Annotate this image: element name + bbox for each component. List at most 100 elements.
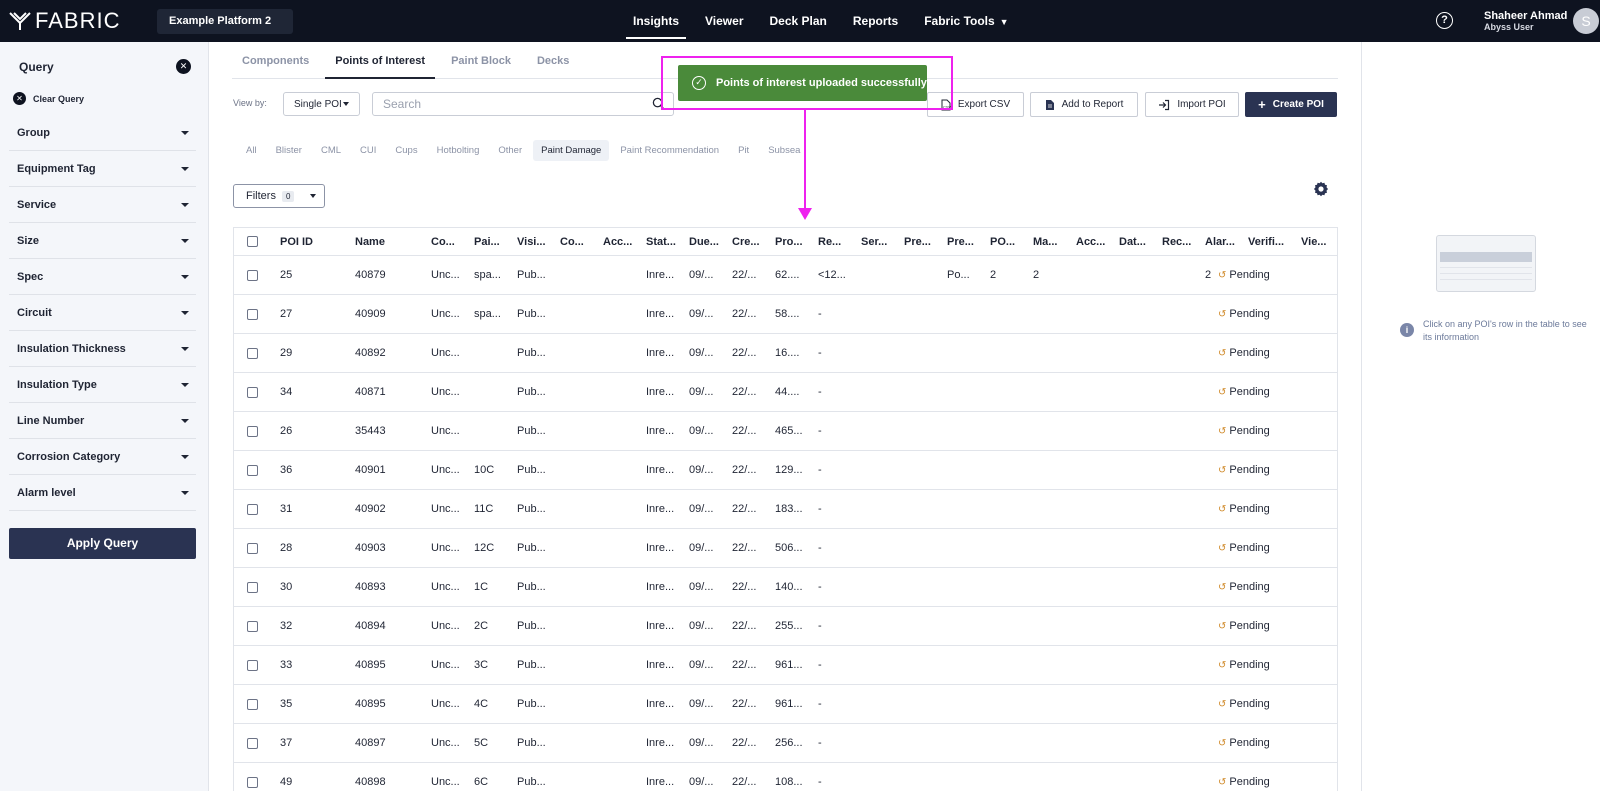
query-item-insulation-thickness[interactable]: Insulation Thickness xyxy=(9,331,196,367)
select-all-checkbox[interactable] xyxy=(247,228,258,255)
col-header[interactable]: Co... xyxy=(431,228,469,255)
query-item-spec[interactable]: Spec xyxy=(9,259,196,295)
close-icon[interactable]: ✕ xyxy=(176,59,191,74)
chip-blister[interactable]: Blister xyxy=(268,140,310,161)
table-row[interactable]: 36 40901 Unc... 10C Pub... Inre... 09/... 22/..… xyxy=(234,451,1337,490)
col-header[interactable]: Verifi... xyxy=(1248,228,1296,255)
col-header[interactable]: Cre... xyxy=(732,228,770,255)
table-row[interactable]: 35 40895 Unc... 4C Pub... Inre... 09/... 22/...… xyxy=(234,685,1337,724)
col-header[interactable]: Acc... xyxy=(603,228,641,255)
view-by-select[interactable]: Single POI xyxy=(283,92,360,116)
col-header[interactable]: Dat... xyxy=(1119,228,1157,255)
chip-cui[interactable]: CUI xyxy=(352,140,384,161)
col-header[interactable]: Pre... xyxy=(947,228,985,255)
checkbox[interactable] xyxy=(247,347,258,359)
query-item-circuit[interactable]: Circuit xyxy=(9,295,196,331)
search-input[interactable]: Search xyxy=(372,92,674,116)
import-poi-button[interactable]: Import POI xyxy=(1145,92,1239,117)
col-header[interactable]: Stat... xyxy=(646,228,684,255)
chip-paint-damage[interactable]: Paint Damage xyxy=(533,140,610,161)
filters-button[interactable]: Filters 0 xyxy=(233,184,325,208)
table-row[interactable]: 33 40895 Unc... 3C Pub... Inre... 09/... 22/...… xyxy=(234,646,1337,685)
checkbox[interactable] xyxy=(247,269,258,281)
table-row[interactable]: 37 40897 Unc... 5C Pub... Inre... 09/... 22/...… xyxy=(234,724,1337,763)
nav-reports[interactable]: Reports xyxy=(840,0,911,42)
checkbox[interactable] xyxy=(247,737,258,749)
query-item-insulation-type[interactable]: Insulation Type xyxy=(9,367,196,403)
chip-all[interactable]: All xyxy=(238,140,265,161)
fabric-logo[interactable]: FABRIC xyxy=(9,8,120,33)
table-cell: - xyxy=(818,386,822,398)
checkbox[interactable] xyxy=(247,425,258,437)
col-header[interactable]: PO... xyxy=(990,228,1028,255)
table-row[interactable]: 32 40894 Unc... 2C Pub... Inre... 09/... 22/...… xyxy=(234,607,1337,646)
checkbox[interactable] xyxy=(247,503,258,515)
avatar[interactable]: S xyxy=(1573,8,1599,34)
platform-selector[interactable]: Example Platform 2 xyxy=(157,9,293,34)
query-item-service[interactable]: Service xyxy=(9,187,196,223)
col-header[interactable]: Rec... xyxy=(1162,228,1200,255)
nav-viewer[interactable]: Viewer xyxy=(692,0,756,42)
user-info[interactable]: Shaheer Ahmad Abyss User xyxy=(1484,10,1567,32)
col-header[interactable]: Ser... xyxy=(861,228,899,255)
checkbox[interactable] xyxy=(247,659,258,671)
chip-paint-recommendation[interactable]: Paint Recommendation xyxy=(612,140,727,161)
query-item-equipment-tag[interactable]: Equipment Tag xyxy=(9,151,196,187)
col-header[interactable]: Pre... xyxy=(904,228,942,255)
col-header[interactable]: Name xyxy=(355,228,425,255)
clear-query-button[interactable]: ✕ Clear Query xyxy=(13,92,84,105)
query-item-group[interactable]: Group xyxy=(9,115,196,151)
checkbox[interactable] xyxy=(247,464,258,476)
checkbox[interactable] xyxy=(247,236,258,247)
chip-other[interactable]: Other xyxy=(490,140,530,161)
table-row[interactable]: 28 40903 Unc... 12C Pub... Inre... 09/... 22/..… xyxy=(234,529,1337,568)
col-header[interactable]: Co... xyxy=(560,228,598,255)
query-item-alarm-level[interactable]: Alarm level xyxy=(9,475,196,511)
col-header[interactable]: Vie... xyxy=(1301,228,1335,255)
create-poi-button[interactable]: + Create POI xyxy=(1245,92,1337,117)
table-row[interactable]: 27 40909 Unc... spa... Pub... Inre... 09/... 22… xyxy=(234,295,1337,334)
chip-cml[interactable]: CML xyxy=(313,140,349,161)
nav-deck-plan[interactable]: Deck Plan xyxy=(757,0,840,42)
tab-decks[interactable]: Decks xyxy=(527,42,579,79)
tab-components[interactable]: Components xyxy=(232,42,319,79)
col-header[interactable]: Due... xyxy=(689,228,727,255)
table-row[interactable]: 31 40902 Unc... 11C Pub... Inre... 09/... 22/..… xyxy=(234,490,1337,529)
col-header[interactable]: Ma... xyxy=(1033,228,1071,255)
checkbox[interactable] xyxy=(247,698,258,710)
col-header[interactable]: POI ID xyxy=(280,228,350,255)
table-row[interactable]: 29 40892 Unc... Pub... Inre... 09/... 22/... 16… xyxy=(234,334,1337,373)
col-header[interactable]: Pro... xyxy=(775,228,813,255)
chip-subsea[interactable]: Subsea xyxy=(760,140,808,161)
tab-points-of-interest[interactable]: Points of Interest xyxy=(325,42,436,79)
nav-fabric-tools[interactable]: Fabric Tools ▼ xyxy=(911,0,1021,42)
chip-pit[interactable]: Pit xyxy=(730,140,757,161)
col-header[interactable]: Re... xyxy=(818,228,856,255)
checkbox[interactable] xyxy=(247,581,258,593)
tab-paint-block[interactable]: Paint Block xyxy=(441,42,521,79)
query-item-size[interactable]: Size xyxy=(9,223,196,259)
table-row[interactable]: 25 40879 Unc... spa... Pub... Inre... 09/... 22… xyxy=(234,256,1337,295)
col-header[interactable]: Pai... xyxy=(474,228,512,255)
table-row[interactable]: 34 40871 Unc... Pub... Inre... 09/... 22/... 44… xyxy=(234,373,1337,412)
table-row[interactable]: 26 35443 Unc... Pub... Inre... 09/... 22/... 46… xyxy=(234,412,1337,451)
query-item-line-number[interactable]: Line Number xyxy=(9,403,196,439)
apply-query-button[interactable]: Apply Query xyxy=(9,528,196,559)
nav-insights[interactable]: Insights xyxy=(620,0,692,42)
query-item-corrosion-category[interactable]: Corrosion Category xyxy=(9,439,196,475)
checkbox[interactable] xyxy=(247,386,258,398)
col-header[interactable]: Alar... xyxy=(1205,228,1243,255)
chip-hotbolting[interactable]: Hotbolting xyxy=(429,140,488,161)
checkbox[interactable] xyxy=(247,620,258,632)
table-row[interactable]: 49 40898 Unc... 6C Pub... Inre... 09/... 22/...… xyxy=(234,763,1337,791)
checkbox[interactable] xyxy=(247,542,258,554)
col-header[interactable]: Acc... xyxy=(1076,228,1114,255)
checkbox[interactable] xyxy=(247,776,258,788)
gear-icon[interactable] xyxy=(1313,181,1329,197)
add-to-report-button[interactable]: Add to Report xyxy=(1030,92,1138,117)
col-header[interactable]: Visi... xyxy=(517,228,555,255)
table-row[interactable]: 30 40893 Unc... 1C Pub... Inre... 09/... 22/...… xyxy=(234,568,1337,607)
chip-cups[interactable]: Cups xyxy=(387,140,425,161)
help-icon[interactable]: ? xyxy=(1436,12,1453,29)
checkbox[interactable] xyxy=(247,308,258,320)
